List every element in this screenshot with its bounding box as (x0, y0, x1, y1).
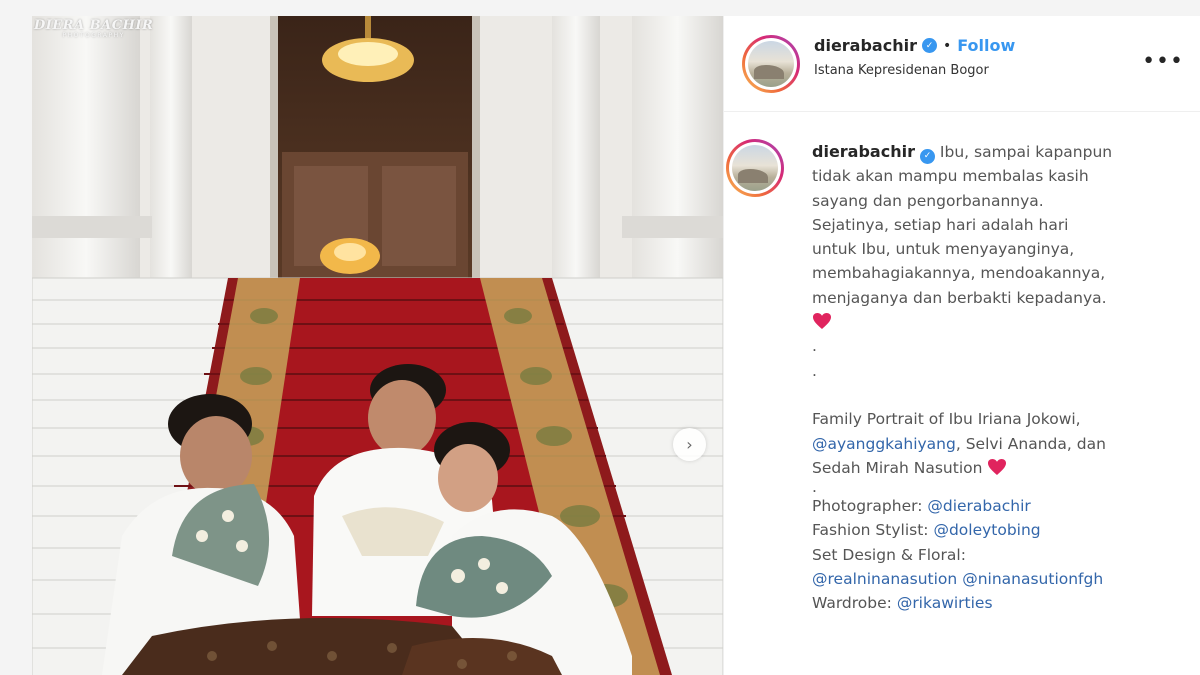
caption-line: @ayanggkahiyang, Selvi Ananda, dan (812, 432, 1200, 456)
mention-link[interactable]: @ninanasutionfgh (962, 570, 1103, 588)
palace-stairs-illustration (32, 16, 723, 675)
caption-line: Set Design & Floral: (812, 545, 966, 564)
post-header: dierabachir ✓ • Follow Istana Kepresiden… (724, 16, 1200, 112)
mention-link[interactable]: @ayanggkahiyang (812, 435, 956, 453)
chevron-right-icon: › (686, 435, 693, 454)
header-separator: • (942, 37, 952, 54)
more-options-icon[interactable]: ••• (1142, 49, 1184, 74)
caption-avatar-image (732, 145, 778, 191)
carousel-next-button[interactable]: › (673, 428, 706, 461)
photographer-watermark: DIERA BACHIR PHOTOGRAPHY (34, 18, 153, 39)
caption-line: Sedah Mirah Nasution (812, 456, 1200, 480)
mention-link[interactable]: @dierabachir (927, 497, 1030, 515)
caption-line: Fashion Stylist: @doleytobing (812, 518, 1200, 542)
post-photo[interactable]: DIERA BACHIR PHOTOGRAPHY › (32, 16, 723, 675)
caption-text: Ibu, sampai kapanpun (939, 143, 1113, 161)
credit-label: Fashion Stylist: (812, 521, 934, 540)
caption-line: untuk Ibu, untuk menyayanginya, (812, 240, 1075, 259)
post-caption: dierabachir ✓ Ibu, sampai kapanpun tidak … (812, 140, 1200, 616)
caption-heart-line (812, 310, 1200, 334)
caption-line: Wardrobe: @rikawirties (812, 591, 1200, 615)
caption-text: Sedah Mirah Nasution (812, 458, 983, 477)
caption-text: , Selvi Ananda, dan (955, 434, 1106, 453)
post-side-panel: dierabachir ✓ • Follow Istana Kepresiden… (723, 16, 1200, 675)
caption-line: Family Portrait of Ibu Iriana Jokowi, (812, 410, 1081, 429)
mention-link[interactable]: @doleytobing (933, 521, 1040, 539)
caption-first-line: dierabachir ✓ Ibu, sampai kapanpun (812, 140, 1200, 164)
caption-area: dierabachir ✓ Ibu, sampai kapanpun tidak … (724, 112, 1200, 675)
post-location[interactable]: Istana Kepresidenan Bogor (814, 63, 989, 78)
watermark-name: DIERA BACHIR (34, 18, 154, 33)
caption-dot: . (812, 337, 817, 356)
caption-line: sayang dan pengorbanannya. (812, 191, 1044, 210)
caption-line: tidak akan mampu membalas kasih (812, 167, 1089, 186)
verified-badge-icon: ✓ (921, 38, 937, 53)
instagram-post-frame: DIERA BACHIR PHOTOGRAPHY › dierabachir ✓… (32, 16, 1200, 675)
author-avatar[interactable] (742, 35, 800, 93)
mention-link[interactable]: @rikawirties (897, 594, 993, 612)
follow-button[interactable]: Follow (957, 36, 1015, 55)
caption-username[interactable]: dierabachir (812, 142, 915, 161)
caption-line: menjaganya dan berbakti kepadanya. (812, 288, 1107, 307)
red-heart-icon (813, 313, 831, 330)
verified-badge-icon: ✓ (919, 148, 935, 164)
caption-dot: . (812, 478, 817, 497)
caption-line: Photographer: @dierabachir (812, 494, 1200, 518)
caption-line: Sejatinya, setiap hari adalah hari (812, 215, 1069, 234)
red-heart-icon (988, 458, 1007, 475)
credit-label: Wardrobe: (812, 594, 897, 613)
header-row: dierabachir ✓ • Follow (814, 36, 1015, 55)
avatar-image (748, 41, 794, 87)
caption-line: @realninanasution @ninanasutionfgh (812, 567, 1200, 591)
author-username[interactable]: dierabachir (814, 36, 917, 55)
watermark-subtitle: PHOTOGRAPHY (62, 32, 125, 39)
caption-dot: . (812, 361, 817, 380)
mention-link[interactable]: @realninanasution (812, 570, 957, 588)
caption-line: membahagiakannya, mendoakannya, (812, 264, 1106, 283)
caption-author-avatar[interactable] (726, 139, 784, 197)
credit-label: Photographer: (812, 497, 928, 516)
